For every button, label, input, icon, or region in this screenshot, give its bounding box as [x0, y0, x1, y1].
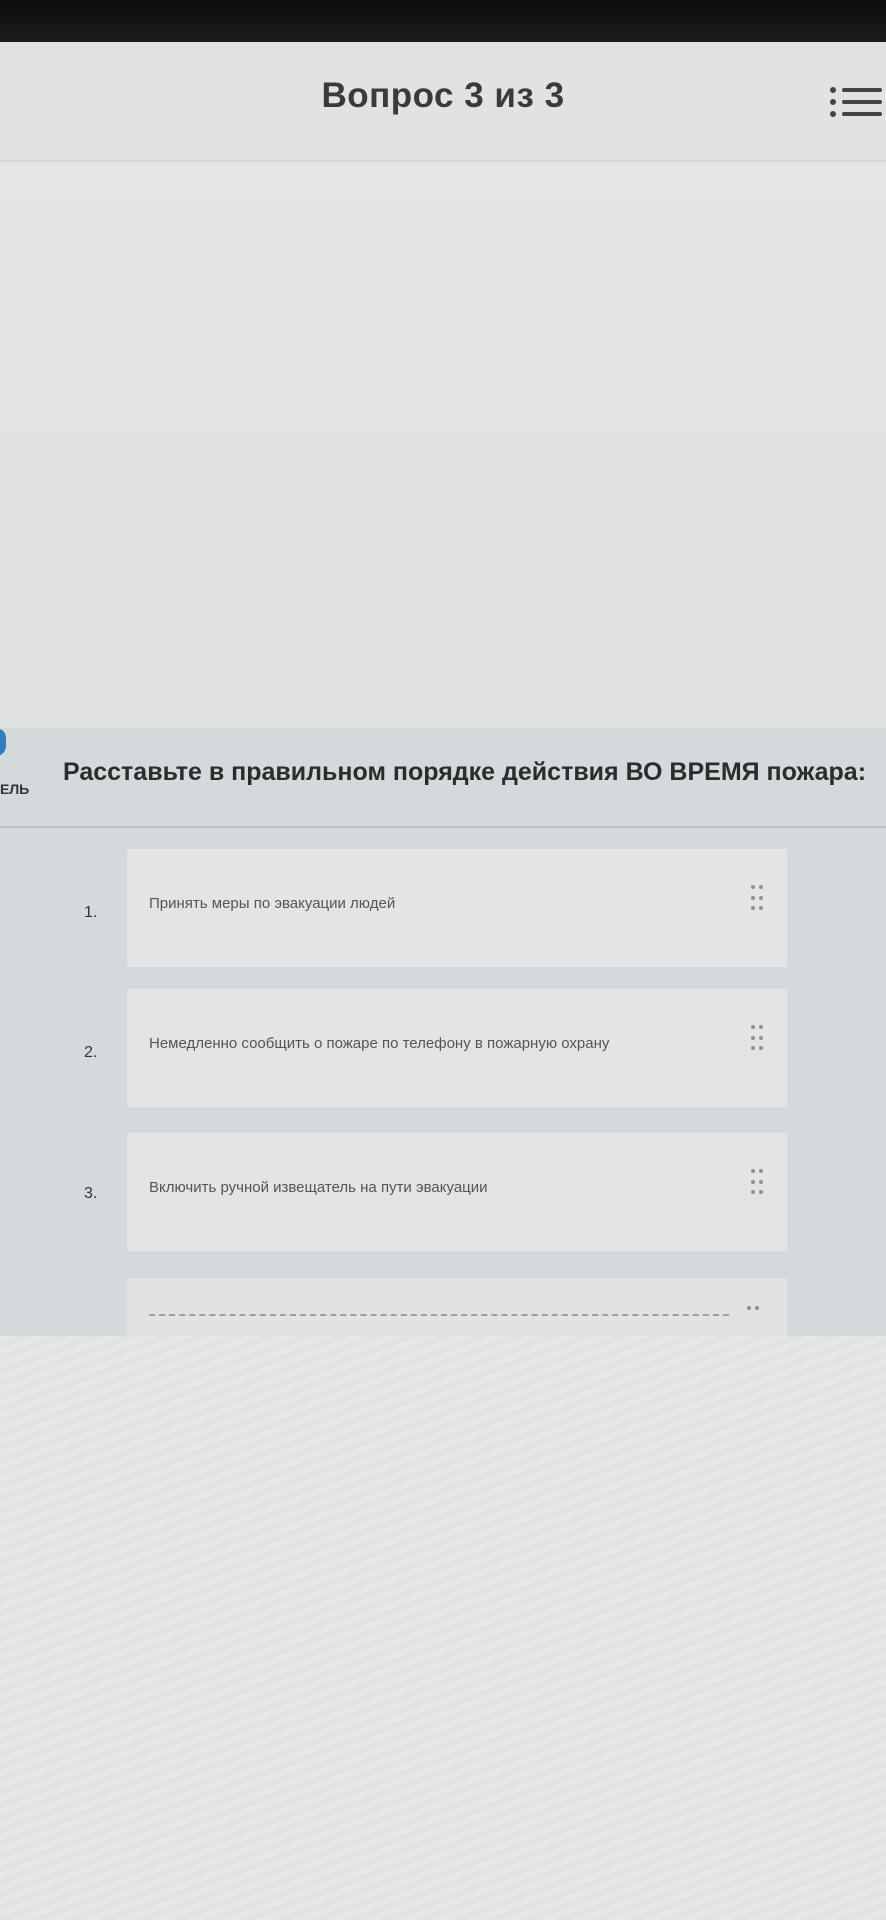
- drag-handle-icon[interactable]: [751, 1169, 763, 1197]
- list-menu-icon[interactable]: [828, 82, 884, 126]
- item-text: Включить ручной извещатель на пути эваку…: [149, 1179, 488, 1196]
- sortable-item-card[interactable]: [127, 1278, 787, 1336]
- drag-handle-icon[interactable]: [751, 885, 763, 913]
- page-title: Вопрос 3 из 3: [321, 76, 565, 115]
- sortable-item-card[interactable]: Включить ручной извещатель на пути эваку…: [127, 1133, 787, 1251]
- header: Вопрос 3 из 3: [0, 42, 886, 162]
- item-number: 3.: [84, 1185, 98, 1202]
- sortable-item-card[interactable]: Принять меры по эвакуации людей: [127, 849, 787, 967]
- drag-handle-icon[interactable]: [747, 1306, 759, 1316]
- item-text: Принять меры по эвакуации людей: [149, 895, 396, 912]
- side-label: ЕЛЬ: [0, 781, 30, 797]
- top-bezel: [0, 0, 886, 42]
- bottom-area: [0, 1336, 886, 1920]
- question-divider: [0, 826, 886, 828]
- item-number: 1.: [84, 904, 98, 921]
- drag-handle-icon[interactable]: [751, 1025, 763, 1053]
- content-area: [0, 162, 886, 728]
- item-text-placeholder: [149, 1314, 729, 1318]
- question-text: Расставьте в правильном порядке действия…: [63, 758, 867, 786]
- item-text: Немедленно сообщить о пожаре по телефону…: [149, 1035, 610, 1052]
- sortable-item-card[interactable]: Немедленно сообщить о пожаре по телефону…: [127, 989, 787, 1107]
- item-number: 2.: [84, 1044, 98, 1061]
